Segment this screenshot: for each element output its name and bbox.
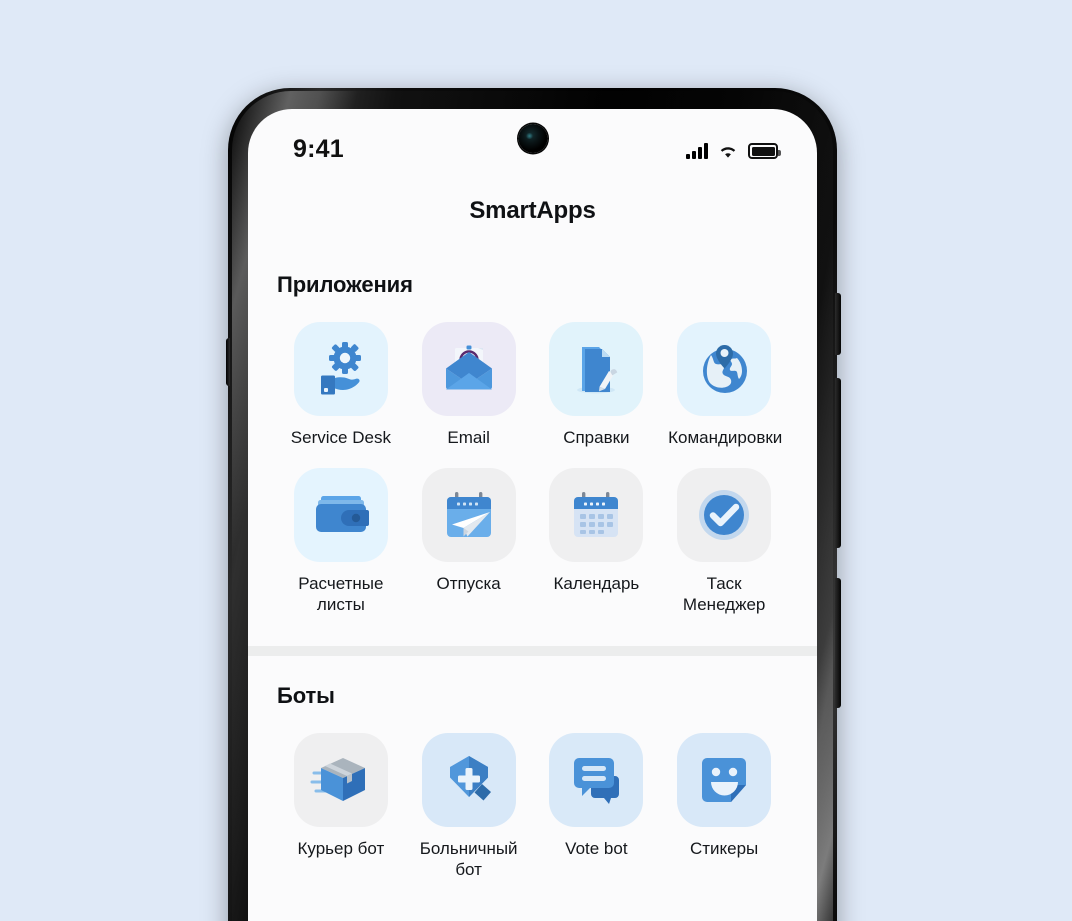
app-item-komandirovki[interactable]: Командировки [660, 322, 788, 448]
volume-down-button[interactable] [835, 578, 841, 708]
app-item-vote-bot[interactable]: Vote bot [533, 733, 661, 880]
status-time: 9:41 [293, 135, 344, 163]
app-item-email[interactable]: Email [405, 322, 533, 448]
globe-pin-icon [703, 345, 748, 393]
document-pencil-icon [577, 347, 618, 394]
app-label: Командировки [668, 428, 783, 447]
gear-on-hand-icon [320, 342, 361, 395]
calendar-plane-icon [446, 492, 491, 537]
app-tile-komandirovki[interactable] [677, 322, 772, 416]
section-title-bots: Боты [277, 683, 335, 708]
phone-device-frame: 9:41 SmartApps Приложения Service Desk E… [226, 88, 841, 921]
section-apps: Приложения Service Desk Email Справки Ко… [248, 225, 817, 615]
envelope-at-icon [445, 345, 492, 390]
cellular-bars-icon [686, 143, 708, 159]
app-item-courier-bot[interactable]: Курьер бот [277, 733, 405, 880]
app-tile-kalendar[interactable] [549, 468, 644, 562]
app-item-task-manager[interactable]: Таск Менеджер [660, 468, 788, 615]
app-tile-raschetnye-listy[interactable] [293, 468, 388, 562]
app-tile-email[interactable] [421, 322, 516, 416]
app-item-stickers[interactable]: Стикеры [660, 733, 788, 880]
shield-plus-icon [449, 756, 491, 801]
volume-up-button[interactable] [835, 378, 841, 548]
app-label: Календарь [553, 574, 640, 593]
section-title-apps: Приложения [277, 272, 413, 297]
app-label: Стикеры [689, 839, 759, 858]
chat-bubbles-icon [574, 758, 620, 804]
calendar-icon [574, 492, 619, 537]
app-item-kalendar[interactable]: Календарь [533, 468, 661, 615]
section-bots: Боты Курьер бот Больничный бот Vote bot … [248, 656, 817, 880]
app-item-raschetnye-listy[interactable]: Расчетные листы [277, 468, 405, 615]
app-label: Email [447, 428, 490, 447]
power-button[interactable] [835, 293, 841, 355]
app-item-otpuska[interactable]: Отпуска [405, 468, 533, 615]
status-bar: 9:41 [248, 109, 817, 181]
app-tile-service-desk[interactable] [293, 322, 388, 416]
app-label: Расчетные листы [298, 574, 384, 614]
app-label: Отпуска [436, 574, 501, 593]
app-tile-task-manager[interactable] [677, 468, 772, 562]
sticker-smile-icon [702, 758, 747, 802]
check-circle-icon [699, 490, 750, 540]
left-side-seam [226, 338, 230, 386]
app-label: Справки [563, 428, 630, 447]
battery-full-icon [748, 143, 781, 159]
package-delivery-icon [310, 758, 365, 801]
app-tile-stickers[interactable] [677, 733, 772, 827]
app-item-service-desk[interactable]: Service Desk [277, 322, 405, 448]
app-label: Service Desk [290, 428, 391, 447]
section-divider [248, 646, 817, 656]
app-tile-spravki[interactable] [549, 322, 644, 416]
bots-grid: Курьер бот Больничный бот Vote bot Стике… [277, 733, 788, 880]
app-tile-vote-bot[interactable] [549, 733, 644, 827]
wallet-icon [315, 496, 369, 532]
phone-screen: 9:41 SmartApps Приложения Service Desk E… [248, 109, 817, 921]
battery-fill [751, 146, 775, 156]
app-label: Больничный бот [419, 839, 518, 879]
app-tile-otpuska[interactable] [421, 468, 516, 562]
app-item-spravki[interactable]: Справки [533, 322, 661, 448]
app-item-sickleave-bot[interactable]: Больничный бот [405, 733, 533, 880]
apps-grid: Service Desk Email Справки Командировки … [277, 322, 788, 615]
app-label: Таск Менеджер [682, 574, 766, 614]
front-camera-icon [518, 124, 547, 153]
app-label: Курьер бот [297, 839, 385, 858]
wifi-icon [720, 147, 736, 158]
status-indicators [686, 139, 781, 159]
app-label: Vote bot [565, 839, 628, 858]
page-title: SmartApps [469, 197, 596, 224]
app-tile-courier-bot[interactable] [293, 733, 388, 827]
app-tile-sickleave-bot[interactable] [421, 733, 516, 827]
